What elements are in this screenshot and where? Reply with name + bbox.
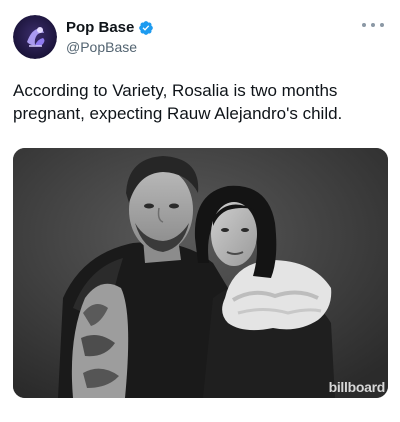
handle[interactable]: @PopBase	[66, 38, 154, 56]
dot	[362, 23, 366, 27]
tweet-photo[interactable]: billboard	[13, 148, 388, 398]
more-options-icon[interactable]	[362, 18, 384, 32]
billboard-watermark: billboard	[328, 379, 386, 395]
avatar[interactable]	[13, 15, 57, 59]
display-name-row: Pop Base	[66, 18, 154, 38]
author-info: Pop Base @PopBase	[66, 18, 154, 56]
tweet-card[interactable]: Pop Base @PopBase According to Variety, …	[0, 0, 400, 422]
verified-badge-icon	[139, 21, 154, 35]
pop-base-logo-icon	[13, 15, 57, 59]
tweet-text: According to Variety, Rosalia is two mon…	[13, 81, 343, 123]
display-name[interactable]: Pop Base	[66, 18, 134, 38]
dot	[380, 23, 384, 27]
photo-image	[13, 148, 388, 398]
dot	[371, 23, 375, 27]
